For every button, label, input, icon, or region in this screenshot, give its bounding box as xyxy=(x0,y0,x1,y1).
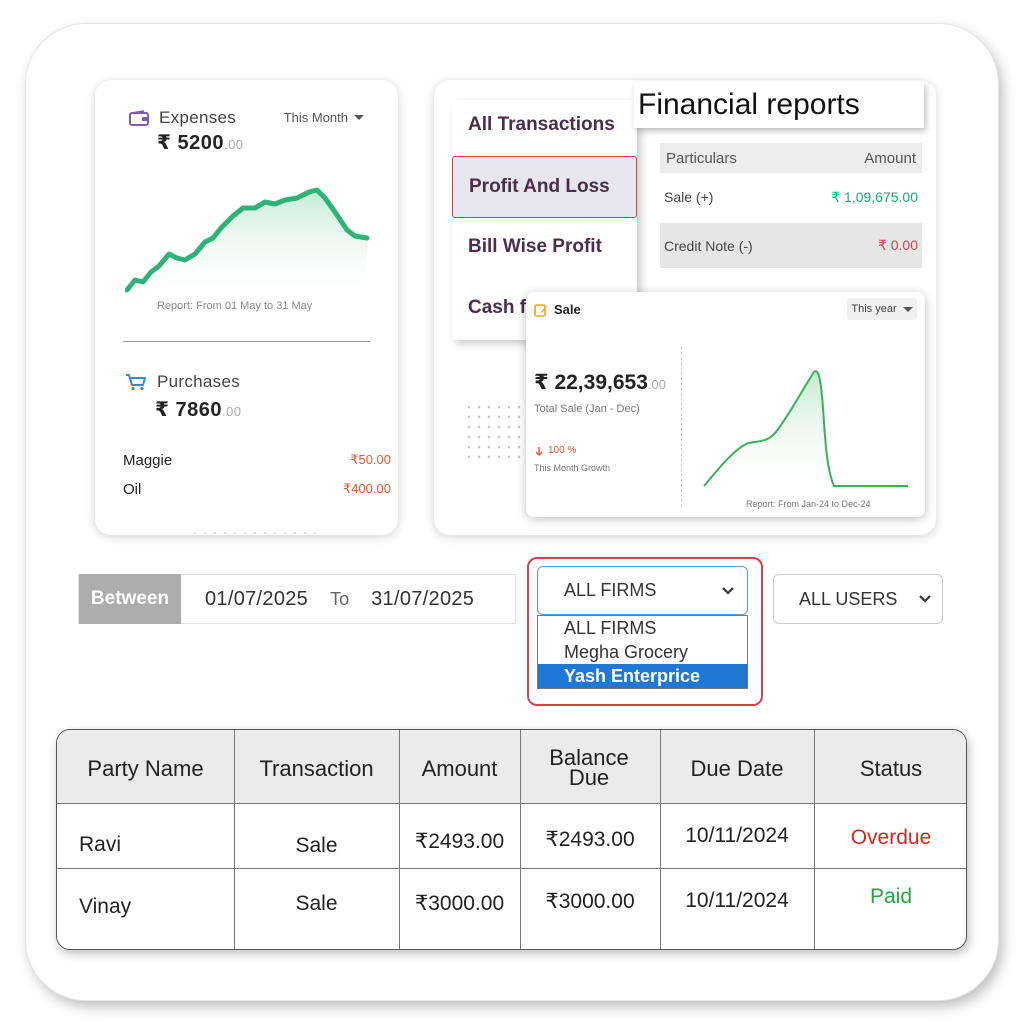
purchase-item-price: ₹400.00 xyxy=(342,481,391,496)
report-row-amount: ₹ 0.00 xyxy=(877,237,918,253)
user-select-value: ALL USERS xyxy=(799,588,898,609)
to-label: To xyxy=(330,588,350,609)
report-row-particular: Sale (+) xyxy=(664,189,714,205)
header-balance-due: Balance Due xyxy=(549,745,629,790)
decorative-dots xyxy=(190,530,320,536)
expenses-amount: ₹ 5200.00 xyxy=(157,130,244,155)
sale-divider xyxy=(681,347,682,507)
firm-select-value: ALL FIRMS xyxy=(564,580,657,600)
sale-amount-value: ₹ 22,39,653 xyxy=(534,371,648,394)
from-date-input[interactable]: 01/07/2025 xyxy=(205,588,308,611)
purchase-item-name: Oil xyxy=(123,481,142,498)
sale-period-label: This year xyxy=(851,303,897,315)
report-table-header: Particulars Amount xyxy=(660,143,922,173)
party-table: Party Name Transaction Amount Balance Du… xyxy=(56,729,967,950)
cell-due-date: 10/11/2024 xyxy=(685,824,789,847)
sale-report-range: Report: From Jan-24 to Dec-24 xyxy=(746,499,871,509)
expenses-period-dropdown[interactable]: This Month xyxy=(284,110,364,125)
between-label: Between xyxy=(79,574,181,624)
cell-balance-due: ₹2493.00 xyxy=(545,828,635,851)
menu-item-cash-flow[interactable]: Cash fl xyxy=(468,297,531,319)
user-select[interactable]: ALL USERS xyxy=(773,574,943,624)
cell-transaction: Sale xyxy=(295,834,338,857)
sale-amount: ₹ 22,39,653.00 xyxy=(534,370,666,395)
sale-amount-decimal: .00 xyxy=(647,377,666,392)
chevron-down-icon xyxy=(722,586,734,595)
cell-amount: ₹3000.00 xyxy=(414,892,505,915)
header-amount: Amount xyxy=(421,756,498,781)
cell-balance-due: ₹3000.00 xyxy=(545,890,635,913)
amount-header: Amount xyxy=(864,149,916,167)
sale-title: Sale xyxy=(554,302,581,317)
chevron-down-icon xyxy=(354,115,364,120)
purchases-header: Purchases xyxy=(125,372,240,392)
financial-reports-title: Financial reports xyxy=(634,82,924,128)
header-due-date: Due Date xyxy=(690,756,784,781)
sale-header: Sale xyxy=(534,302,581,317)
report-row: Sale (+) ₹ 1,09,675.00 xyxy=(660,180,922,214)
expenses-period-label: This Month xyxy=(283,110,348,125)
row-divider xyxy=(57,868,966,869)
firm-option-yash-enterprice[interactable]: Yash Enterprice xyxy=(538,664,747,688)
sale-trend-chart xyxy=(703,370,908,487)
menu-item-all-transactions[interactable]: All Transactions xyxy=(468,114,615,136)
date-range-filter: Between 01/07/2025 To 31/07/2025 xyxy=(78,574,516,624)
expenses-report-range: Report: From 01 May to 31 May xyxy=(157,300,313,312)
expenses-header: Expenses xyxy=(129,108,236,128)
purchase-item-name: Maggie xyxy=(123,452,173,469)
purchase-item-price: ₹50.00 xyxy=(350,452,391,467)
firm-option-megha-grocery[interactable]: Megha Grocery xyxy=(538,640,747,664)
purchases-amount: ₹ 7860.00 xyxy=(155,397,242,422)
header-status: Status xyxy=(859,756,923,781)
header-transaction: Transaction xyxy=(259,756,374,781)
report-row-particular: Credit Note (-) xyxy=(664,237,753,254)
expenses-amount-decimal: .00 xyxy=(223,137,244,152)
wallet-icon xyxy=(129,110,149,126)
sale-card: Sale This year ₹ 22,39,653.00 Total Sale… xyxy=(526,292,925,517)
edit-note-icon xyxy=(534,303,547,317)
header-party-name: Party Name xyxy=(87,756,204,781)
cell-transaction: Sale xyxy=(295,892,338,915)
cell-party: Ravi xyxy=(79,833,122,856)
chevron-down-icon xyxy=(902,306,913,312)
cell-due-date: 10/11/2024 xyxy=(685,889,789,912)
particulars-header: Particulars xyxy=(666,149,737,167)
status-badge: Paid xyxy=(869,885,913,908)
chevron-down-icon xyxy=(919,595,931,603)
sale-subtitle: Total Sale (Jan - Dec) xyxy=(534,403,640,415)
sale-growth: 100 % xyxy=(534,445,576,456)
arrow-down-icon xyxy=(535,446,543,456)
cell-amount: ₹2493.00 xyxy=(414,830,505,853)
sale-trend-area xyxy=(704,371,834,486)
cell-party: Vinay xyxy=(79,895,132,918)
purchase-item-row: Maggie ₹50.00 xyxy=(123,452,391,469)
sale-growth-value: 100 % xyxy=(548,445,577,456)
menu-item-bill-wise-profit[interactable]: Bill Wise Profit xyxy=(468,236,602,258)
expenses-amount-value: ₹ 5200 xyxy=(157,132,224,154)
menu-item-profit-and-loss[interactable]: Profit And Loss xyxy=(452,156,637,218)
sale-period-dropdown[interactable]: This year xyxy=(847,298,917,320)
report-row-amount: ₹ 1,09,675.00 xyxy=(831,188,918,205)
card-divider xyxy=(123,341,370,342)
expenses-card: Expenses This Month ₹ 5200.00 Report: Fr… xyxy=(95,80,398,535)
expenses-trend-chart xyxy=(125,187,370,293)
purchase-item-row: Oil ₹400.00 xyxy=(123,481,391,498)
sale-growth-label: This Month Growth xyxy=(534,463,611,473)
purchases-label: Purchases xyxy=(157,372,241,391)
expenses-label: Expenses xyxy=(159,108,237,127)
firm-option-all-firms[interactable]: ALL FIRMS xyxy=(538,616,747,640)
decorative-dots xyxy=(464,402,526,466)
firm-options-list: ALL FIRMS Megha Grocery Yash Enterprice xyxy=(537,615,748,689)
status-badge: Overdue xyxy=(850,826,932,849)
firm-select[interactable]: ALL FIRMS xyxy=(537,566,748,615)
purchases-amount-decimal: .00 xyxy=(221,404,242,419)
to-date-input[interactable]: 31/07/2025 xyxy=(371,588,474,611)
purchases-amount-value: ₹ 7860 xyxy=(155,399,222,421)
report-row: Credit Note (-) ₹ 0.00 xyxy=(660,223,922,268)
cart-icon xyxy=(126,374,146,391)
